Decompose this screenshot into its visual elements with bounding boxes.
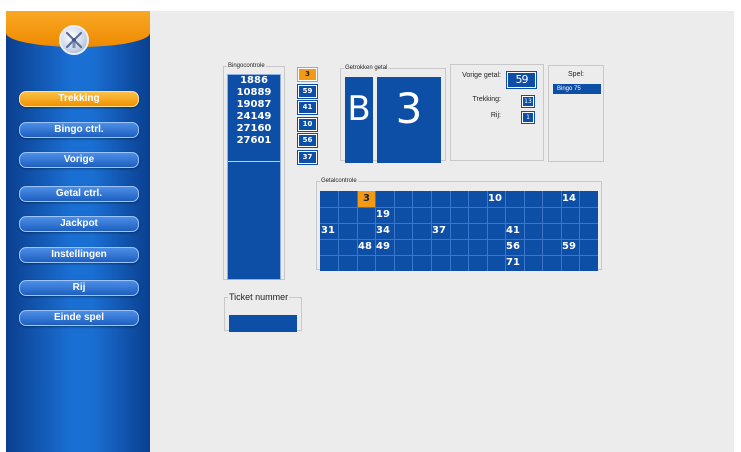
menu-button-einde-spel[interactable]: Einde spel [19, 310, 139, 326]
windmill-icon [59, 25, 89, 55]
rij-value: 1 [521, 111, 535, 124]
bingocontrole-group: Bingocontrole 1886 10889 19087 24149 271… [223, 63, 285, 280]
sidebar: Trekking Bingo ctrl. Vorige Getal ctrl. … [6, 11, 150, 452]
previous-number: 3 [297, 67, 318, 82]
drawn-letter: B [345, 77, 373, 163]
bingo-app-window: Trekking Bingo ctrl. Vorige Getal ctrl. … [6, 11, 734, 452]
previous-number: 10 [297, 117, 318, 132]
grid-number: 34 [376, 225, 390, 236]
rij-label: Rij: [490, 112, 501, 119]
grid-number: 31 [321, 225, 335, 236]
ticket-number-input[interactable] [229, 315, 297, 332]
grid-number: 71 [506, 257, 520, 268]
menu-button-getal-ctrl[interactable]: Getal ctrl. [19, 186, 139, 202]
game-type-group: Spel: Bingo 75 [548, 65, 604, 162]
list-divider [228, 161, 280, 162]
menu-button-trekking[interactable]: Trekking [19, 91, 139, 107]
spel-label: Spel: [568, 71, 584, 78]
menu-button-jackpot[interactable]: Jackpot [19, 216, 139, 232]
previous-number: 56 [297, 133, 318, 148]
vorige-getal-value: 59 [506, 71, 537, 89]
previous-number: 59 [297, 84, 318, 99]
menu-button-vorige[interactable]: Vorige [19, 152, 139, 168]
menu-button-instellingen[interactable]: Instellingen [19, 247, 139, 263]
bingo-card-number[interactable]: 27601 [228, 135, 280, 147]
previous-number: 37 [297, 150, 318, 165]
ticket-number-legend: Ticket nummer [229, 292, 289, 302]
grid-number-drawn: 3 [358, 191, 375, 207]
grid-number: 56 [506, 241, 520, 252]
ticket-number-group: Ticket nummer [224, 292, 302, 332]
trekking-value: 13 [521, 95, 535, 108]
grid-number: 41 [506, 225, 520, 236]
drawn-number-legend: Getrokken getal [345, 65, 388, 71]
bingo-card-number[interactable]: 27160 [228, 123, 280, 135]
grid-number: 14 [562, 193, 576, 204]
grid-number: 48 [358, 241, 372, 252]
grid-number: 59 [562, 241, 576, 252]
menu-button-bingo-ctrl[interactable]: Bingo ctrl. [19, 122, 139, 138]
getalcontrole-legend: Getalcontrole [321, 178, 357, 184]
bingo-card-number[interactable]: 1886 [228, 75, 280, 87]
bingo-card-number[interactable]: 10889 [228, 87, 280, 99]
bingo-card-number[interactable]: 19087 [228, 99, 280, 111]
grid-number: 19 [376, 209, 390, 220]
spel-value[interactable]: Bingo 75 [553, 84, 601, 94]
vorige-getal-label: Vorige getal: [462, 72, 501, 79]
bingo-card-number[interactable]: 24149 [228, 111, 280, 123]
grid-number: 37 [432, 225, 446, 236]
previous-number: 41 [297, 100, 318, 115]
bingocontrole-legend: Bingocontrole [228, 63, 265, 69]
bingocontrole-list[interactable]: 1886 10889 19087 24149 27160 27601 [227, 74, 281, 280]
number-check-grid: 3 10 14 19 31 34 37 41 48 49 56 59 71 [320, 191, 598, 271]
trekking-label: Trekking: [472, 96, 501, 103]
drawn-number: 3 [377, 77, 441, 163]
grid-number: 49 [376, 241, 390, 252]
draw-info-group: Vorige getal: 59 Trekking: 13 Rij: 1 [450, 64, 544, 161]
getalcontrole-group: Getalcontrole 3 10 14 19 31 34 37 41 48 … [316, 178, 602, 271]
grid-number: 10 [488, 193, 502, 204]
drawn-number-group: Getrokken getal B 3 [340, 65, 446, 163]
menu-button-rij[interactable]: Rij [19, 280, 139, 296]
